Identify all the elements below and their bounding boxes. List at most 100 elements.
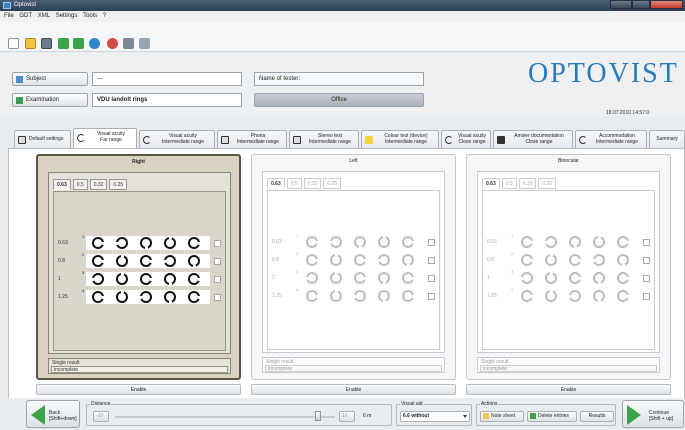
landolt-ring-icon[interactable]	[306, 290, 319, 302]
row-checkbox[interactable]	[643, 257, 650, 264]
landolt-ring-icon[interactable]	[545, 271, 557, 284]
landolt-ring-icon[interactable]	[402, 290, 415, 302]
menu-xml[interactable]: XML	[38, 13, 50, 19]
landolt-ring-icon[interactable]	[116, 290, 128, 303]
landolt-ring-icon[interactable]	[305, 272, 318, 284]
distance-min-button[interactable]: -10	[93, 411, 109, 422]
landolt-ring-icon[interactable]	[188, 273, 201, 285]
row-checkbox[interactable]	[643, 275, 650, 282]
landolt-ring-icon[interactable]	[115, 237, 128, 249]
acuity-step-tab[interactable]: 0.32	[303, 178, 322, 189]
arrow-down-icon[interactable]	[58, 38, 69, 49]
acuity-step-tab[interactable]: 0.32	[518, 178, 537, 189]
landolt-ring-icon[interactable]	[306, 236, 319, 248]
tab-accommodation[interactable]: Accommodation Intermediate range	[575, 130, 647, 148]
row-checkbox[interactable]	[428, 275, 435, 282]
landolt-ring-icon[interactable]	[544, 236, 557, 248]
enable-button-left[interactable]: Enable	[251, 384, 456, 395]
landolt-ring-icon[interactable]	[593, 235, 605, 248]
landolt-ring-icon[interactable]	[140, 273, 153, 285]
print-icon[interactable]	[123, 38, 134, 49]
landolt-ring-icon[interactable]	[163, 255, 176, 267]
continue-button[interactable]: Continue [Shift + up]	[622, 400, 684, 428]
landolt-ring-icon[interactable]	[92, 255, 105, 267]
tab-phoria[interactable]: Phoria Intermediate range	[217, 130, 287, 148]
panel-binocular[interactable]: Binocular 0.63 0.5 0.32 0.25 0.63 1 0.8 2 1 3 1.25 4…	[466, 154, 671, 380]
menu-help[interactable]: ?	[103, 13, 106, 19]
landolt-ring-icon[interactable]	[188, 255, 200, 268]
row-checkbox[interactable]	[428, 293, 435, 300]
save-icon[interactable]	[41, 38, 52, 49]
landolt-ring-icon[interactable]	[164, 236, 176, 249]
arrow-up-icon[interactable]	[73, 38, 84, 49]
row-checkbox[interactable]	[428, 239, 435, 246]
landolt-ring-icon[interactable]	[92, 291, 105, 303]
landolt-ring-icon[interactable]	[521, 236, 534, 248]
landolt-ring-icon[interactable]	[569, 236, 581, 249]
landolt-ring-icon[interactable]	[378, 235, 390, 248]
acuity-step-tab[interactable]: 0.25	[538, 178, 557, 189]
acuity-step-tab[interactable]: 0.5	[72, 179, 88, 190]
menu-tools[interactable]: Tools	[83, 13, 97, 19]
enable-button-binocular[interactable]: Enable	[466, 384, 671, 395]
row-checkbox[interactable]	[214, 276, 221, 283]
acuity-step-tab[interactable]: 0.25	[323, 178, 342, 189]
acuity-step-tab[interactable]: 0.63	[267, 178, 285, 189]
enable-button-right[interactable]: Enable	[36, 384, 241, 395]
landolt-ring-icon[interactable]	[617, 236, 630, 248]
landolt-ring-icon[interactable]	[545, 253, 557, 266]
landolt-ring-icon[interactable]	[617, 290, 630, 302]
examination-button[interactable]: Examination	[12, 93, 88, 107]
landolt-ring-icon[interactable]	[139, 291, 152, 303]
landolt-ring-icon[interactable]	[329, 236, 342, 248]
row-checkbox[interactable]	[643, 239, 650, 246]
refresh-icon[interactable]	[89, 38, 100, 49]
new-icon[interactable]	[8, 38, 19, 49]
tab-colour-test[interactable]: Colour test (device) Intermediate range	[361, 130, 439, 148]
landolt-ring-icon[interactable]	[402, 254, 414, 267]
subject-field[interactable]: ---	[92, 72, 242, 86]
record-icon[interactable]	[107, 38, 118, 49]
landolt-ring-icon[interactable]	[354, 272, 367, 284]
landolt-ring-icon[interactable]	[116, 272, 128, 285]
acuity-step-tab[interactable]: 0.32	[89, 179, 108, 190]
tab-visual-acuity-close[interactable]: Visual acuity Close range	[441, 130, 491, 148]
distance-slider-thumb[interactable]	[315, 411, 321, 421]
tab-visual-acuity-intermediate[interactable]: Visual acuity Intermediate range	[139, 130, 215, 148]
acuity-step-tab[interactable]: 0.25	[109, 179, 128, 190]
landolt-ring-icon[interactable]	[617, 254, 629, 267]
landolt-ring-icon[interactable]	[521, 290, 534, 302]
acuity-step-tab[interactable]: 0.5	[286, 178, 302, 189]
landolt-ring-icon[interactable]	[188, 291, 201, 303]
row-checkbox[interactable]	[214, 258, 221, 265]
results-button[interactable]: Results	[580, 411, 614, 422]
menu-settings[interactable]: Settings	[56, 13, 78, 19]
row-checkbox[interactable]	[214, 240, 221, 247]
row-checkbox[interactable]	[428, 257, 435, 264]
close-button[interactable]	[650, 0, 683, 9]
visual-aid-select[interactable]: 6.6 without	[400, 411, 470, 422]
landolt-ring-icon[interactable]	[140, 255, 153, 267]
landolt-ring-icon[interactable]	[353, 290, 366, 302]
back-button[interactable]: Back [Shift+down]	[26, 400, 80, 428]
acuity-step-tab[interactable]: 0.5	[501, 178, 517, 189]
tab-stereo-test[interactable]: Stereo test Intermediate range	[289, 130, 359, 148]
landolt-ring-icon[interactable]	[520, 272, 533, 284]
examination-field[interactable]: VDU landolt rings	[92, 93, 242, 107]
row-checkbox[interactable]	[643, 293, 650, 300]
row-checkbox[interactable]	[214, 294, 221, 301]
landolt-ring-icon[interactable]	[569, 272, 582, 284]
landolt-ring-icon[interactable]	[593, 272, 605, 285]
tab-default-settings[interactable]: Default settings	[14, 130, 71, 148]
office-button[interactable]: Office	[254, 93, 424, 107]
landolt-ring-icon[interactable]	[378, 272, 390, 285]
note-sheet-button[interactable]: Note sheet	[480, 411, 524, 422]
delete-entries-button[interactable]: Delete entries	[527, 411, 577, 422]
landolt-ring-icon[interactable]	[521, 254, 534, 266]
distance-max-button[interactable]: 10	[339, 411, 355, 422]
landolt-ring-icon[interactable]	[92, 237, 105, 249]
landolt-ring-icon[interactable]	[164, 273, 176, 286]
acuity-step-tab[interactable]: 0.63	[482, 178, 500, 189]
landolt-ring-icon[interactable]	[330, 289, 342, 302]
landolt-ring-icon[interactable]	[569, 254, 582, 266]
